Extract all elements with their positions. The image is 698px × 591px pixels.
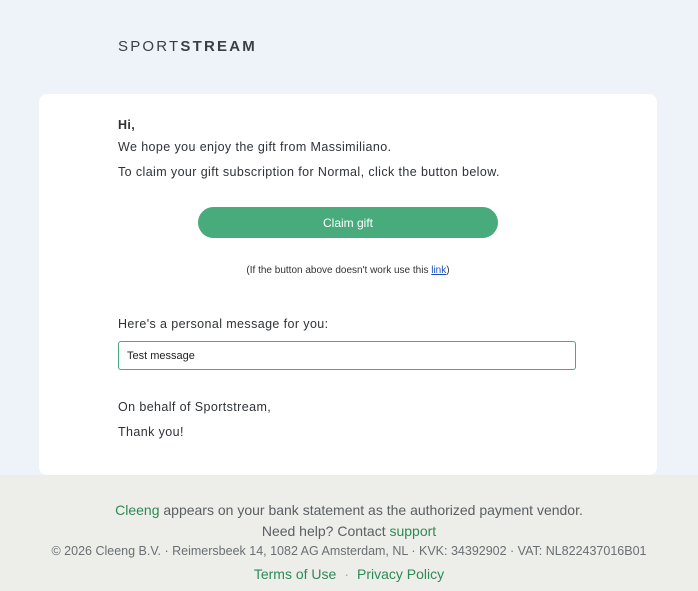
privacy-link[interactable]: Privacy Policy xyxy=(357,566,444,582)
signoff-behalf: On behalf of Sportstream, xyxy=(118,400,272,414)
help-text: Need help? Contact xyxy=(261,523,390,539)
fallback-suffix: ) xyxy=(446,265,450,276)
personal-message-label: Here's a personal message for you: xyxy=(118,317,329,331)
help-line: Need help? Contact support xyxy=(0,523,698,539)
vendor-notice: Cleeng appears on your bank statement as… xyxy=(0,502,698,518)
brand-logo-light: SPORT xyxy=(118,38,181,55)
footer: Cleeng appears on your bank statement as… xyxy=(0,475,698,591)
personal-message-box: Test message xyxy=(118,341,576,370)
personal-message-text: Test message xyxy=(127,349,195,362)
footer-separator: · xyxy=(344,566,349,582)
footer-links: Terms of Use · Privacy Policy xyxy=(0,566,698,582)
support-link[interactable]: support xyxy=(389,523,436,539)
vendor-name: Cleeng xyxy=(115,502,160,518)
email-card: Hi, We hope you enjoy the gift from Mass… xyxy=(39,94,657,475)
signoff-thanks: Thank you! xyxy=(118,425,184,439)
vendor-text: appears on your bank statement as the au… xyxy=(159,502,583,518)
fallback-text: (If the button above doesn't work use th… xyxy=(39,265,657,276)
claim-gift-button[interactable]: Claim gift xyxy=(198,207,498,238)
greeting: Hi, xyxy=(118,118,136,132)
terms-link[interactable]: Terms of Use xyxy=(254,566,336,582)
fallback-link[interactable]: link xyxy=(431,265,446,276)
brand-logo-bold: STREAM xyxy=(180,38,257,55)
legal-info: © 2026 Cleeng B.V. · Reimersbeek 14, 108… xyxy=(51,544,647,558)
brand-logo: SPORTSTREAM xyxy=(118,38,257,55)
gift-intro-text: We hope you enjoy the gift from Massimil… xyxy=(118,140,392,154)
fallback-prefix: (If the button above doesn't work use th… xyxy=(246,265,432,276)
claim-instructions-text: To claim your gift subscription for Norm… xyxy=(118,165,500,179)
